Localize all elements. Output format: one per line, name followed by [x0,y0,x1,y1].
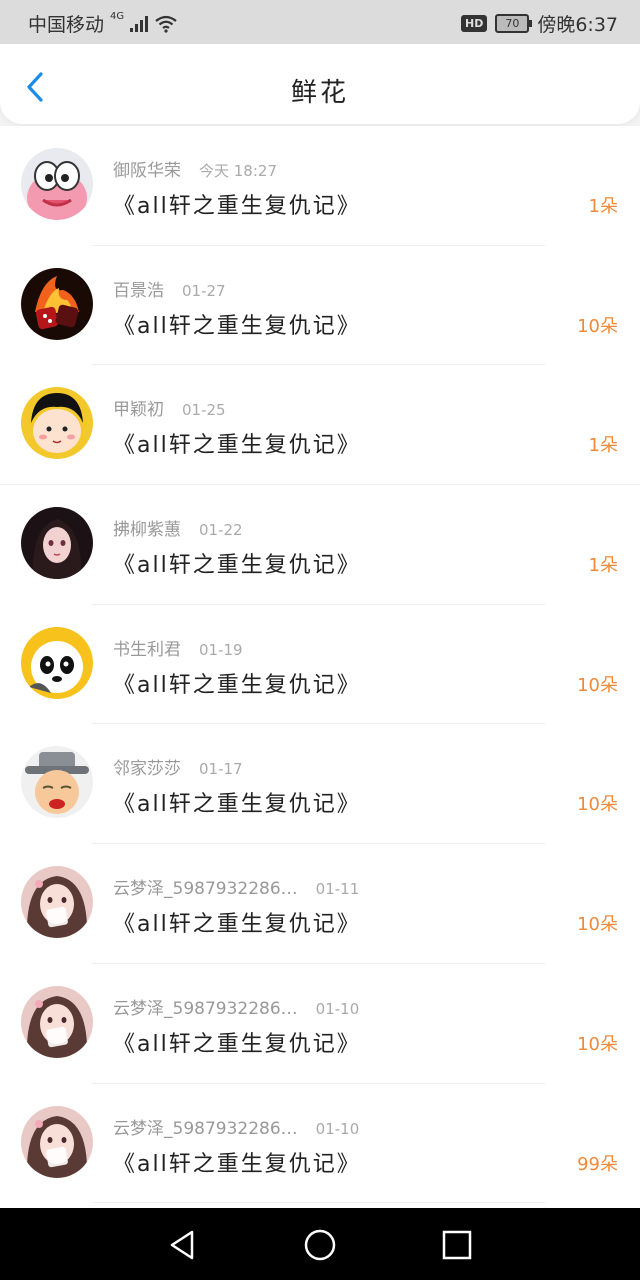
item-time: 今天 18:27 [199,162,277,180]
list-item[interactable]: 御阪华荣 今天 18:27 《all轩之重生复仇记》 1朵 [0,126,640,246]
divider [92,1202,545,1204]
avatar[interactable] [21,267,93,340]
book-title[interactable]: 《all轩之重生复仇记》 [113,667,361,699]
network-type: 4G [110,11,125,22]
flower-count: 1朵 [588,555,618,577]
avatar[interactable] [21,746,93,819]
item-meta: 书生利君 01-19 [113,635,243,660]
flower-count: 99朵 [577,1153,618,1175]
user-name[interactable]: 云梦泽_5987932286… [113,999,298,1019]
user-name[interactable]: 云梦泽_5987932286… [113,879,298,899]
user-name[interactable]: 书生利君 [113,640,181,660]
avatar[interactable] [21,1105,93,1178]
item-meta: 御阪华荣 今天 18:27 [113,156,277,181]
book-title[interactable]: 《all轩之重生复仇记》 [113,188,361,220]
flower-count: 10朵 [577,674,618,696]
list-item[interactable]: 甲颖初 01-25 《all轩之重生复仇记》 1朵 [0,365,640,486]
item-time: 01-11 [315,880,360,899]
flower-count: 10朵 [577,914,618,936]
avatar[interactable] [21,387,93,460]
avatar[interactable] [21,507,93,580]
book-title[interactable]: 《all轩之重生复仇记》 [113,1146,361,1178]
item-time: 01-19 [199,640,243,659]
wifi-icon [155,15,177,33]
avatar[interactable] [21,148,93,220]
avatar[interactable] [21,985,93,1058]
item-time: 01-25 [182,401,226,420]
list-item[interactable]: 百景浩 01-27 《all轩之重生复仇记》 10朵 [0,246,640,366]
item-meta: 云梦泽_5987932286… 01-10 [113,994,359,1019]
item-time: 01-10 [315,999,360,1018]
user-name[interactable]: 百景浩 [113,281,164,301]
list-item[interactable]: 云梦泽_5987932286… 01-11 《all轩之重生复仇记》 10朵 [0,844,640,964]
circle-home-icon [304,1229,336,1261]
list-item[interactable]: 邻家莎莎 01-17 《all轩之重生复仇记》 10朵 [0,724,640,845]
square-recents-icon [442,1230,472,1260]
triangle-back-icon [170,1230,194,1260]
flower-list: 御阪华荣 今天 18:27 《all轩之重生复仇记》 1朵 百景浩 01-27 《a… [0,126,640,1208]
flower-count: 10朵 [577,794,618,816]
item-time: 01-10 [315,1119,360,1138]
system-nav-bar [0,1208,640,1280]
item-meta: 邻家莎莎 01-17 [113,754,243,779]
carrier-label: 中国移动 [28,14,105,36]
clock: 傍晚6:37 [537,14,618,36]
list-item[interactable]: 云梦泽_5987932286… 01-10 《all轩之重生复仇记》 10朵 [0,964,640,1084]
page-title: 鲜花 [290,78,349,108]
user-name[interactable]: 御阪华荣 [113,161,181,181]
header: 鲜花 [0,44,640,124]
list-item[interactable]: 拂柳紫蕙 01-22 《all轩之重生复仇记》 1朵 [0,485,640,605]
hd-badge: HD [460,15,488,32]
nav-home-button[interactable] [303,1228,337,1262]
user-name[interactable]: 甲颖初 [113,400,164,420]
book-title[interactable]: 《all轩之重生复仇记》 [113,427,361,459]
avatar[interactable] [21,866,93,939]
book-title[interactable]: 《all轩之重生复仇记》 [113,906,361,938]
nav-back-button[interactable] [166,1228,200,1262]
avatar[interactable] [21,626,93,699]
flower-count: 1朵 [588,435,618,457]
flower-count: 1朵 [588,196,618,217]
user-name[interactable]: 邻家莎莎 [113,759,181,779]
user-name[interactable]: 云梦泽_5987932286… [113,1119,298,1139]
book-title[interactable]: 《all轩之重生复仇记》 [113,308,361,340]
item-meta: 甲颖初 01-25 [113,395,226,420]
flower-count: 10朵 [577,1033,618,1055]
status-bar: 中国移动 4G HD 70 傍晚6:37 [0,0,640,44]
item-meta: 百景浩 01-27 [113,276,226,301]
book-title[interactable]: 《all轩之重生复仇记》 [113,547,361,579]
item-meta: 拂柳紫蕙 01-22 [113,515,243,540]
book-title[interactable]: 《all轩之重生复仇记》 [113,1026,361,1058]
signal-icon [130,15,149,32]
battery-icon: 70 [495,14,533,33]
item-meta: 云梦泽_5987932286… 01-11 [113,874,359,899]
item-time: 01-17 [199,760,243,779]
list-item[interactable]: 书生利君 01-19 《all轩之重生复仇记》 10朵 [0,605,640,725]
user-name[interactable]: 拂柳紫蕙 [113,520,181,540]
item-time: 01-27 [182,281,226,300]
nav-recents-button[interactable] [440,1228,474,1262]
item-meta: 云梦泽_5987932286… 01-10 [113,1114,359,1139]
flower-count: 10朵 [577,315,618,337]
book-title[interactable]: 《all轩之重生复仇记》 [113,786,361,818]
list-item[interactable]: 云梦泽_5987932286… 01-10 《all轩之重生复仇记》 99朵 [0,1084,640,1204]
item-time: 01-22 [199,521,243,540]
